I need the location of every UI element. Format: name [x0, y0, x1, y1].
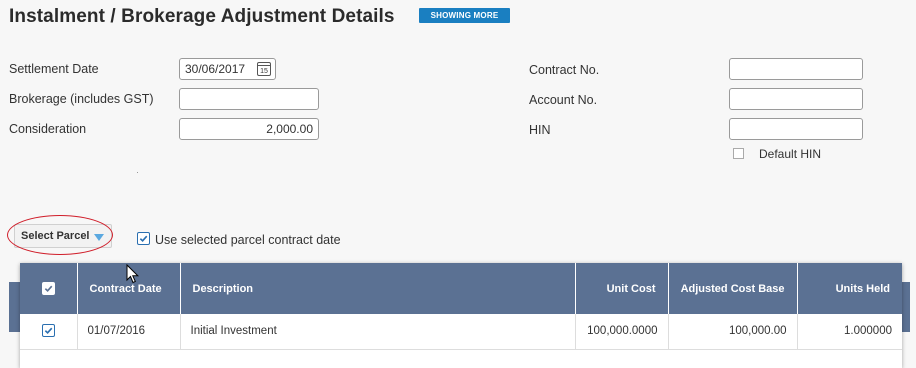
default-hin-label: Default HIN: [759, 147, 822, 161]
brokerage-label: Brokerage (includes GST): [9, 92, 154, 106]
select-all-checkbox[interactable]: [41, 281, 55, 295]
calendar-day: 15: [260, 68, 268, 75]
table-row[interactable]: 01/07/2016 Initial Investment 100,000.00…: [20, 314, 902, 350]
select-parcel-label: Select Parcel: [21, 230, 90, 242]
settlement-date-label: Settlement Date: [9, 62, 99, 76]
settlement-date-value: 30/06/2017: [185, 62, 246, 76]
brokerage-field[interactable]: [179, 88, 319, 110]
parcel-table: Contract Date Description Unit Cost Adju…: [20, 263, 902, 350]
cell-adjusted-cost-base: 100,000.00: [668, 314, 798, 350]
hin-label: HIN: [529, 123, 551, 137]
checkmark-icon: [139, 235, 148, 243]
stray-dot: [137, 172, 138, 173]
col-header-description[interactable]: Description: [180, 263, 576, 314]
use-contract-date-label: Use selected parcel contract date: [155, 233, 341, 247]
mouse-cursor-icon: [126, 264, 140, 284]
cell-description: Initial Investment: [180, 314, 576, 350]
col-header-unit-cost[interactable]: Unit Cost: [575, 263, 669, 314]
consideration-field[interactable]: 2,000.00: [179, 118, 319, 140]
cell-unit-cost: 100,000.0000: [575, 314, 669, 350]
consideration-label: Consideration: [9, 122, 87, 136]
underlying-table-header-right: [902, 282, 910, 332]
table-header-row: Contract Date Description Unit Cost Adju…: [20, 263, 902, 314]
settlement-date-field[interactable]: 30/06/2017 15: [179, 58, 276, 80]
cell-units-held: 1.000000: [797, 314, 902, 350]
showing-more-button[interactable]: SHOWING MORE: [419, 8, 510, 23]
checkmark-icon: [44, 327, 53, 335]
account-no-label: Account No.: [529, 93, 598, 107]
checkmark-icon: [44, 285, 53, 292]
calendar-icon[interactable]: 15: [257, 62, 271, 76]
dropdown-arrow-icon: [94, 234, 104, 241]
contract-no-label: Contract No.: [529, 63, 600, 77]
select-all-header[interactable]: [20, 263, 78, 314]
contract-no-field[interactable]: [729, 58, 863, 80]
hin-field[interactable]: [729, 118, 863, 140]
col-header-units-held[interactable]: Units Held: [797, 263, 902, 314]
default-hin-checkbox[interactable]: [733, 148, 744, 159]
row-checkbox[interactable]: [41, 324, 55, 338]
use-contract-date-checkbox[interactable]: [137, 232, 150, 245]
col-header-adjusted-cost-base[interactable]: Adjusted Cost Base: [668, 263, 798, 314]
row-select-cell[interactable]: [20, 314, 78, 350]
select-parcel-dropdown[interactable]: Select Parcel: [14, 224, 112, 248]
page-title: Instalment / Brokerage Adjustment Detail…: [9, 6, 395, 27]
parcel-table-popup: Contract Date Description Unit Cost Adju…: [20, 263, 902, 368]
account-no-field[interactable]: [729, 88, 863, 110]
cell-contract-date: 01/07/2016: [77, 314, 181, 350]
